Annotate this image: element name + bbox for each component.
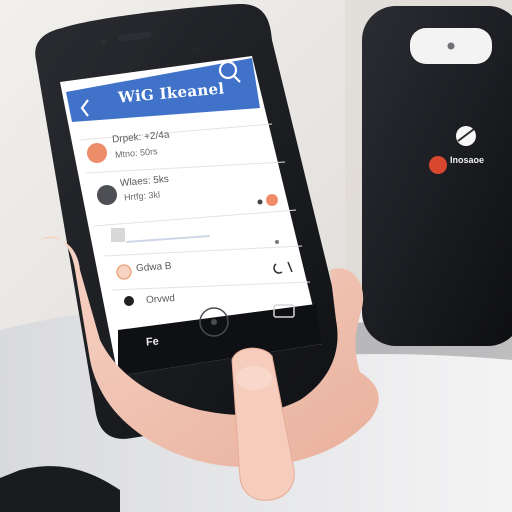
status-signal: VG — [191, 45, 206, 57]
list-item-indicator-icon — [275, 240, 279, 244]
phone-camera — [101, 39, 107, 45]
fingernail — [236, 366, 272, 390]
background-device-label: Inosaoe — [450, 155, 485, 165]
list-item-action-dot-icon — [257, 199, 263, 205]
bottom-nav-label[interactable]: Fe — [146, 336, 160, 349]
background-device-dot — [447, 42, 455, 50]
list-item-avatar-icon — [116, 264, 132, 280]
background-device-record-icon — [429, 156, 447, 174]
background-device — [362, 6, 512, 346]
list-item-line1: Orvwd — [145, 293, 176, 306]
list-item-avatar-icon — [87, 143, 107, 163]
list-item-thumbnail-icon — [111, 228, 125, 242]
list-item-dot-icon — [124, 296, 134, 306]
list-item-avatar-icon — [97, 185, 117, 205]
list-item-action-icon[interactable] — [266, 194, 278, 206]
scene — [0, 0, 512, 512]
